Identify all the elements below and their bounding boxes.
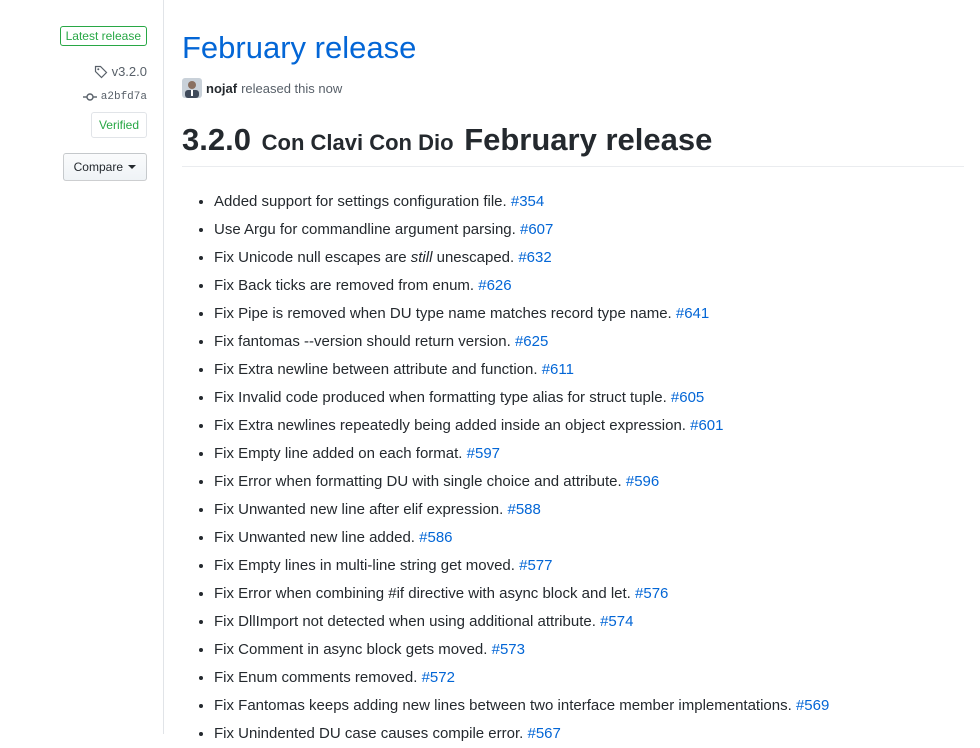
note-text: Fix Error when formatting DU with single…	[214, 473, 622, 490]
list-item: Fix Invalid code produced when formattin…	[214, 384, 829, 412]
list-item: Fix Extra newlines repeatedly being adde…	[214, 412, 829, 440]
issue-link[interactable]: #632	[518, 249, 551, 266]
tag-link[interactable]: v3.2.0	[94, 64, 147, 79]
avatar[interactable]	[182, 78, 202, 98]
note-emphasis: still	[410, 249, 433, 266]
heading-codename: Con Clavi Con Dio	[261, 130, 454, 155]
note-text: Fix Unwanted new line added.	[214, 529, 415, 546]
note-text: Fix Error when combining #if directive w…	[214, 585, 631, 602]
note-text: Fix Extra newlines repeatedly being adde…	[214, 417, 686, 434]
caret-down-icon	[128, 165, 136, 169]
commit-sha: a2bfd7a	[100, 91, 147, 103]
issue-link[interactable]: #569	[796, 697, 829, 714]
note-text: Fix Back ticks are removed from enum.	[214, 277, 475, 294]
compare-label: Compare	[73, 160, 123, 174]
note-text: Fix Enum comments removed.	[214, 669, 418, 686]
note-text: Fix DllImport not detected when using ad…	[214, 613, 596, 630]
list-item: Fix fantomas --version should return ver…	[214, 328, 829, 356]
note-text: Use Argu for commandline argument parsin…	[214, 221, 516, 238]
release-title-link[interactable]: February release	[182, 30, 416, 65]
list-item: Fix Back ticks are removed from enum. #6…	[214, 272, 829, 300]
issue-link[interactable]: #626	[478, 277, 511, 294]
list-item: Fix Empty lines in multi-line string get…	[214, 552, 829, 580]
note-text: Fix Unicode null escapes are	[214, 249, 411, 266]
release-title[interactable]: February release	[182, 30, 416, 66]
author-link[interactable]: nojaf	[206, 81, 237, 96]
note-text: Added support for settings configuration…	[214, 193, 507, 210]
verified-badge[interactable]: Verified	[90, 112, 147, 138]
heading-title: February release	[464, 122, 713, 157]
issue-link[interactable]: #577	[519, 557, 552, 574]
list-item: Fix Pipe is removed when DU type name ma…	[214, 300, 829, 328]
list-item: Fix Comment in async block gets moved. #…	[214, 636, 829, 664]
issue-link[interactable]: #572	[422, 669, 455, 686]
issue-link[interactable]: #611	[542, 361, 574, 378]
note-text: Fix Pipe is removed when DU type name ma…	[214, 305, 672, 322]
note-text: unescaped.	[432, 249, 515, 266]
commit-link[interactable]: a2bfd7a	[82, 91, 147, 103]
list-item: Added support for settings configuration…	[214, 188, 829, 216]
heading-version: 3.2.0	[182, 122, 251, 157]
list-item: Fix Enum comments removed. #572	[214, 664, 829, 692]
issue-link[interactable]: #586	[419, 529, 452, 546]
list-item: Fix Error when combining #if directive w…	[214, 580, 829, 608]
note-text: Fix Empty line added on each format.	[214, 445, 463, 462]
latest-release-badge: Latest release	[59, 26, 147, 46]
list-item: Fix Extra newline between attribute and …	[214, 356, 829, 384]
issue-link[interactable]: #588	[507, 501, 540, 518]
issue-link[interactable]: #574	[600, 613, 633, 630]
list-item: Fix DllImport not detected when using ad…	[214, 608, 829, 636]
release-heading: 3.2.0 Con Clavi Con Dio February release	[182, 122, 964, 167]
note-text: Fix Extra newline between attribute and …	[214, 361, 538, 378]
list-item: Fix Unindented DU case causes compile er…	[214, 720, 829, 748]
tag-icon	[94, 65, 107, 78]
list-item: Fix Unicode null escapes are still unesc…	[214, 244, 829, 272]
released-text: released this now	[241, 80, 343, 96]
issue-link[interactable]: #596	[626, 473, 659, 490]
issue-link[interactable]: #641	[676, 305, 709, 322]
list-item: Fix Error when formatting DU with single…	[214, 468, 829, 496]
note-text: Fix Unwanted new line after elif express…	[214, 501, 504, 518]
note-text: Fix Comment in async block gets moved.	[214, 641, 488, 658]
issue-link[interactable]: #597	[467, 445, 500, 462]
list-item: Fix Fantomas keeps adding new lines betw…	[214, 692, 829, 720]
list-item: Fix Unwanted new line added. #586	[214, 524, 829, 552]
tag-name: v3.2.0	[111, 64, 147, 79]
git-commit-icon	[82, 93, 97, 101]
release-author-row: nojaf released this now	[182, 78, 342, 98]
list-item: Fix Empty line added on each format. #59…	[214, 440, 829, 468]
issue-link[interactable]: #625	[515, 333, 548, 350]
note-text: Fix fantomas --version should return ver…	[214, 333, 511, 350]
note-text: Fix Empty lines in multi-line string get…	[214, 557, 515, 574]
issue-link[interactable]: #601	[690, 417, 723, 434]
issue-link[interactable]: #605	[671, 389, 704, 406]
list-item: Fix Unwanted new line after elif express…	[214, 496, 829, 524]
compare-button[interactable]: Compare	[62, 153, 147, 181]
issue-link[interactable]: #354	[511, 193, 544, 210]
list-item: Use Argu for commandline argument parsin…	[214, 216, 829, 244]
note-text: Fix Invalid code produced when formattin…	[214, 389, 667, 406]
issue-link[interactable]: #576	[635, 585, 668, 602]
release-sidebar: Latest release v3.2.0 a2bfd7a Verified C…	[0, 0, 164, 734]
release-notes-list: Added support for settings configuration…	[182, 188, 829, 748]
note-text: Fix Fantomas keeps adding new lines betw…	[214, 697, 792, 714]
issue-link[interactable]: #607	[520, 221, 553, 238]
issue-link[interactable]: #573	[492, 641, 525, 658]
